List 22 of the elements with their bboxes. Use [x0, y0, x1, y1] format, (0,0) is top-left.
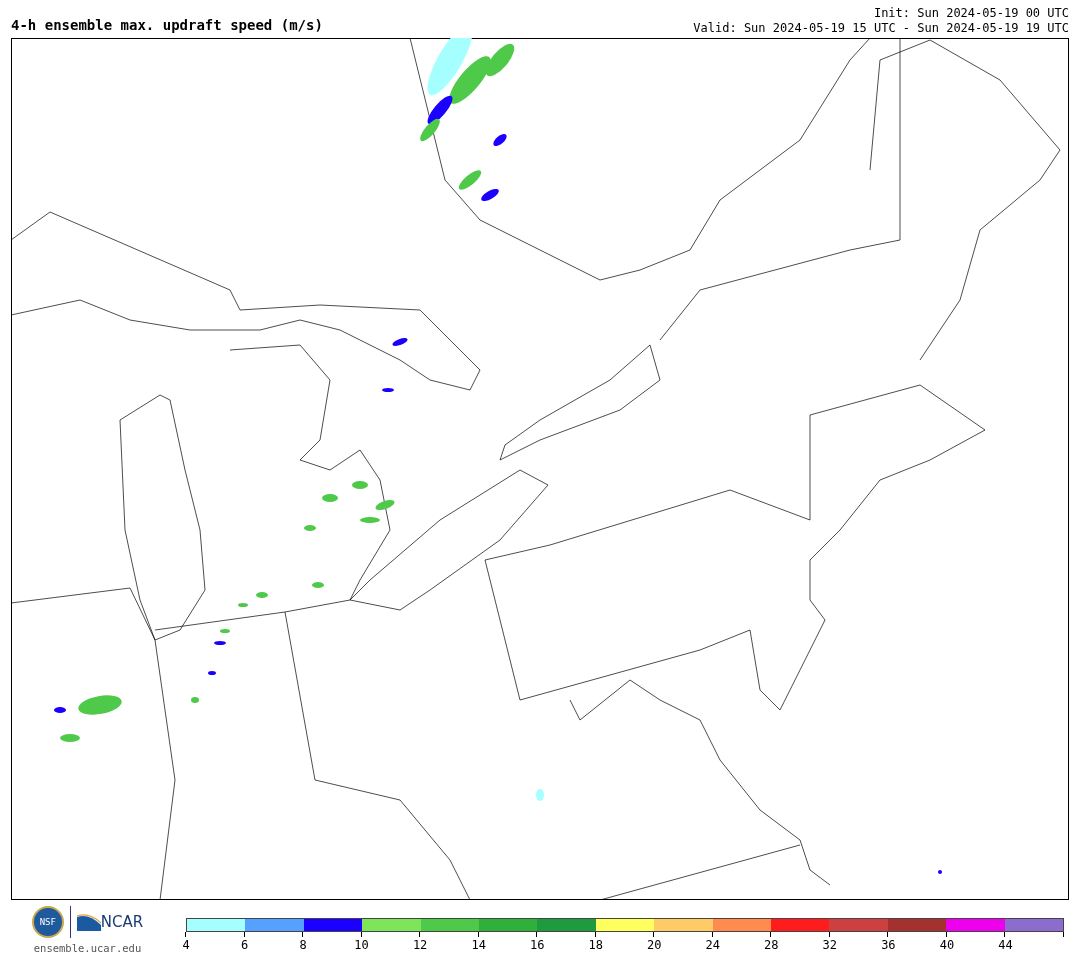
tick-label: 14 — [471, 938, 486, 952]
tick-label: 4 — [182, 938, 190, 952]
tick-label: 16 — [529, 938, 545, 952]
tick-label: 32 — [822, 938, 838, 952]
tick-label: 24 — [705, 938, 720, 952]
swoosh-icon — [76, 913, 101, 931]
valid-time: Valid: Sun 2024-05-19 15 UTC - Sun 2024-05-19 19 UTC — [693, 21, 1069, 36]
tick-label: 10 — [354, 938, 369, 952]
tick-label: 44 — [998, 938, 1013, 952]
tick-label: 36 — [881, 938, 896, 952]
nsf-logo: NSF — [31, 906, 64, 938]
tick-label: 8 — [299, 938, 307, 952]
tick-label: 20 — [647, 938, 662, 952]
tick-label: 18 — [588, 938, 603, 952]
tick-label: 6 — [240, 938, 249, 952]
tick-label: 40 — [939, 938, 955, 952]
ncar-logo: NCAR — [100, 913, 144, 931]
tick-label: 28 — [764, 938, 779, 952]
website-url: ensemble.ucar.edu — [33, 942, 142, 954]
tick-label: 12 — [412, 938, 428, 952]
init-time: Init: Sun 2024-05-19 00 UTC — [873, 6, 1069, 21]
chart-title: 4-h ensemble max. updraft speed (m/s) — [11, 17, 323, 35]
